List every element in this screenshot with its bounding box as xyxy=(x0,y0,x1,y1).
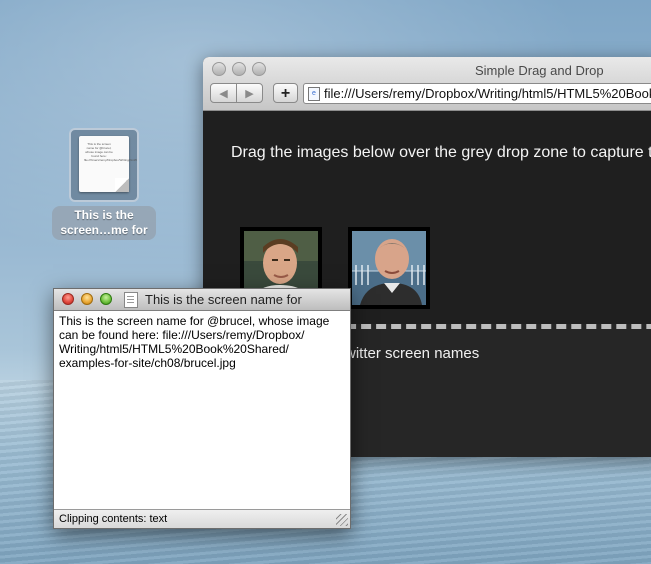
clipping-window: This is the screen name for This is the … xyxy=(53,288,351,529)
thumbnail-text: This is the screen name for @brucel, who… xyxy=(84,142,137,162)
back-button[interactable]: ◀ xyxy=(210,83,237,103)
clipping-title: This is the screen name for xyxy=(145,292,302,307)
drop-zone-label: witter screen names xyxy=(345,345,480,362)
zoom-button[interactable] xyxy=(252,62,266,76)
minimize-button[interactable] xyxy=(81,293,93,305)
status-bar: Clipping contents: text xyxy=(54,509,350,528)
clipping-file-icon[interactable]: This is the screen name for @brucel, who… xyxy=(69,128,139,202)
portrait-photo-2 xyxy=(352,231,426,305)
add-bookmark-button[interactable]: + xyxy=(273,83,298,103)
zoom-button[interactable] xyxy=(100,293,112,305)
close-button[interactable] xyxy=(62,293,74,305)
forward-arrow-icon: ▶ xyxy=(245,88,254,100)
back-arrow-icon: ◀ xyxy=(219,88,228,100)
close-button[interactable] xyxy=(212,62,226,76)
icon-label-line1: This is the xyxy=(74,208,134,222)
clipping-titlebar[interactable]: This is the screen name for xyxy=(54,289,350,311)
desktop-clipping-icon[interactable]: This is the screen name for @brucel, who… xyxy=(52,128,156,240)
status-text: Clipping contents: text xyxy=(59,513,168,525)
minimize-button[interactable] xyxy=(232,62,246,76)
page-icon: e xyxy=(308,87,320,101)
instructions-text: Drag the images below over the grey drop… xyxy=(231,144,651,161)
clipping-body-text[interactable]: This is the screen name for @brucel, who… xyxy=(59,314,344,370)
draggable-image-2[interactable] xyxy=(348,227,430,309)
address-text: file:///Users/remy/Dropbox/Writing/html5… xyxy=(324,86,651,101)
resize-grip-icon[interactable] xyxy=(336,514,348,526)
browser-titlebar[interactable]: Simple Drag and Drop ◀ ▶ + e file:///Use… xyxy=(203,57,651,111)
desktop-icon-label[interactable]: This is the screen…me for xyxy=(52,206,156,240)
paper-thumbnail: This is the screen name for @brucel, who… xyxy=(79,136,137,192)
plus-icon: + xyxy=(280,85,291,102)
window-title: Simple Drag and Drop xyxy=(475,63,604,78)
address-bar[interactable]: e file:///Users/remy/Dropbox/Writing/htm… xyxy=(303,83,651,104)
document-icon xyxy=(124,292,138,308)
icon-label-line2: screen…me for xyxy=(60,223,148,237)
forward-button[interactable]: ▶ xyxy=(236,83,263,103)
